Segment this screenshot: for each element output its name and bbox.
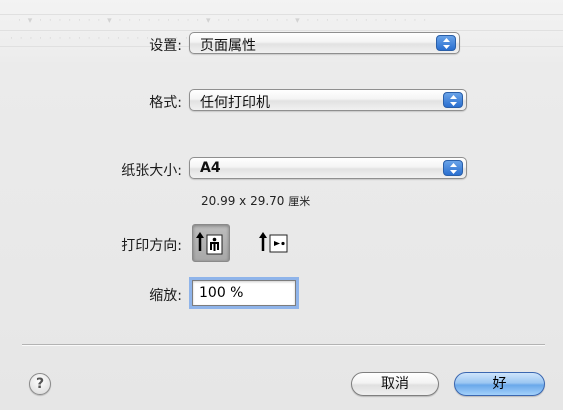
cancel-button[interactable]: 取消 (351, 372, 439, 396)
settings-label: 设置: (149, 38, 182, 54)
paper-dimensions-unit: 厘米 (288, 195, 311, 208)
landscape-orientation-icon (259, 232, 288, 253)
portrait-orientation-icon (196, 232, 223, 255)
paper-dimensions-value: 20.99 x 29.70 (201, 194, 285, 208)
ok-button[interactable]: 好 (454, 372, 545, 396)
page-setup-dialog: · ▾ · · · · · · · ▾ · · · · · · · · · ▾ … (0, 0, 563, 410)
paper-size-value: A4 (200, 160, 221, 176)
divider (22, 344, 545, 345)
settings-value: 页面属性 (200, 38, 256, 54)
settings-popup[interactable]: 页面属性 (189, 32, 460, 54)
orientation-portrait-button[interactable] (192, 224, 230, 262)
format-value: 任何打印机 (200, 95, 270, 111)
help-button[interactable]: ? (29, 373, 51, 395)
updown-arrows-icon (443, 92, 463, 108)
orientation-landscape-button[interactable] (256, 224, 294, 262)
scale-label: 缩放: (149, 288, 182, 304)
updown-arrows-icon (443, 160, 463, 176)
format-popup[interactable]: 任何打印机 (189, 89, 467, 111)
scale-input[interactable]: 100 % (192, 280, 296, 306)
paper-size-label: 纸张大小: (121, 163, 182, 179)
format-label: 格式: (149, 95, 182, 111)
updown-arrows-icon (436, 35, 456, 51)
paper-size-popup[interactable]: A4 (189, 157, 467, 179)
paper-dimensions: 20.99 x 29.70 厘米 (201, 193, 310, 209)
orientation-label: 打印方向: (121, 238, 182, 254)
